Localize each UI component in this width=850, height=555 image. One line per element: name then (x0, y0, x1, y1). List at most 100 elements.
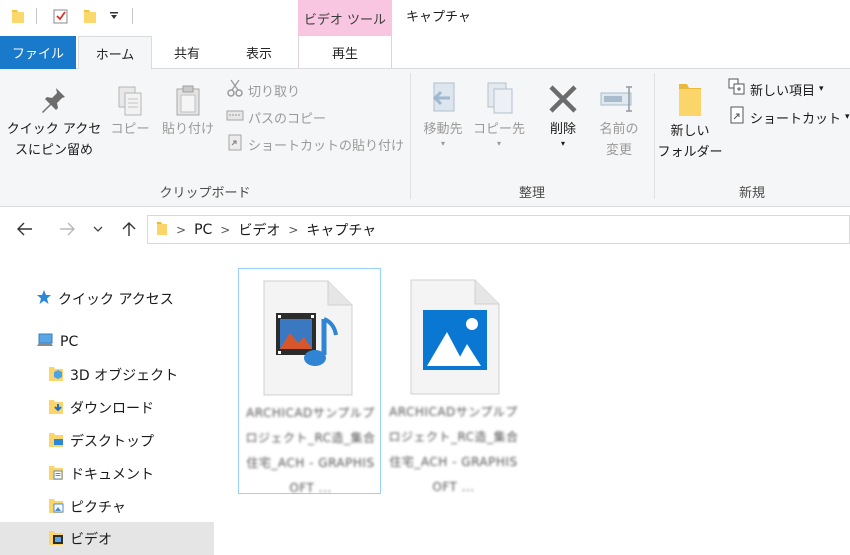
recent-locations-icon[interactable] (90, 217, 106, 241)
chevron-down-icon: ▾ (440, 139, 445, 148)
pin-to-quick-access-button[interactable]: クイック アクセ スにピン留め (6, 83, 102, 161)
nav-label: ビデオ (70, 531, 112, 548)
nav-item-documents[interactable]: ドキュメント (0, 457, 214, 490)
delete-label: 削除 (549, 122, 576, 137)
context-tab-header: ビデオ ツール (298, 0, 392, 36)
copy-path-button[interactable]: パスのコピー (226, 106, 326, 128)
breadcrumb-chevron-icon[interactable]: > (176, 223, 186, 237)
new-folder-icon[interactable] (80, 6, 100, 26)
divider (132, 8, 133, 24)
clipboard-icon (158, 83, 218, 119)
up-arrow-icon[interactable] (118, 217, 140, 241)
chevron-down-icon: ▾ (819, 84, 824, 94)
group-label-new: 新規 (738, 186, 765, 201)
folder-icon (656, 79, 724, 121)
copy-label: コピー (110, 122, 150, 137)
nav-label: ピクチャ (70, 499, 126, 516)
star-icon (36, 289, 52, 309)
ribbon: クイック アクセ スにピン留め コピー 貼り付け 切り取り パスのコピー ショー… (0, 69, 850, 207)
move-to-button[interactable]: 移動先 ▾ (414, 79, 472, 148)
nav-item-desktop[interactable]: デスクトップ (0, 424, 214, 457)
breadcrumb-chevron-icon[interactable]: > (288, 223, 298, 237)
address-bar[interactable]: > PC > ビデオ > キャプチャ (147, 215, 850, 244)
tab-play[interactable]: 再生 (298, 36, 392, 69)
chevron-down-icon: ▾ (496, 139, 501, 148)
title-bar: ビデオ ツール キャプチャ (0, 0, 850, 36)
shortcut-label: ショートカット (750, 111, 842, 127)
new-item-label: 新しい項目 (750, 83, 816, 99)
group-label-clipboard: クリップボード (159, 186, 251, 201)
rename-button[interactable]: 名前の 変更 (592, 79, 646, 161)
paste-label: 貼り付け (161, 122, 214, 137)
paste-shortcut-icon (226, 133, 244, 155)
pin-icon (6, 83, 102, 119)
easy-access-button[interactable]: ショートカット ▾ (728, 106, 850, 128)
nav-label: ドキュメント (70, 466, 154, 483)
cut-label: 切り取り (248, 84, 301, 100)
breadcrumb-chevron-icon[interactable]: > (220, 223, 230, 237)
tab-share[interactable]: 共有 (152, 36, 222, 69)
copy-to-label: コピー先 (472, 122, 525, 137)
forward-arrow-icon[interactable] (56, 217, 78, 241)
group-divider (654, 73, 655, 199)
new-item-button[interactable]: 新しい項目 ▾ (728, 78, 824, 100)
new-folder-label-line1: 新しい (670, 124, 710, 139)
nav-label: ダウンロード (70, 400, 154, 417)
file-list: ARCHICADサンプルプロジェクト_RC造_集合住宅_ACH - GRAPHI… (214, 251, 850, 555)
file-name: ARCHICADサンプルプロジェクト_RC造_集合住宅_ACH - GRAPHI… (388, 405, 519, 494)
breadcrumb-capture[interactable]: キャプチャ (306, 220, 376, 240)
tab-view[interactable]: 表示 (222, 36, 296, 69)
copy-icon (106, 83, 154, 119)
nav-label: クイック アクセス (58, 291, 174, 308)
breadcrumb-videos[interactable]: ビデオ (238, 220, 280, 240)
chevron-down-icon: ▾ (560, 139, 565, 148)
breadcrumb-pc[interactable]: PC (194, 222, 212, 238)
copy-button[interactable]: コピー (106, 83, 154, 140)
nav-item-pc[interactable]: PC (0, 325, 214, 358)
rename-label-line1: 名前の (599, 122, 639, 137)
properties-icon[interactable] (50, 6, 72, 26)
group-label-organize: 整理 (518, 186, 545, 201)
ribbon-tabs: ファイル ホーム 共有 表示 再生 (0, 36, 850, 70)
navigation-pane: クイック アクセス PC 3D オブジェクト ダウンロード デスクトップ ドキュ… (0, 251, 214, 555)
new-folder-button[interactable]: 新しい フォルダー (656, 79, 724, 163)
shortcut-icon (728, 106, 746, 128)
cut-button[interactable]: 切り取り (226, 79, 300, 101)
pictures-folder-icon (48, 496, 64, 518)
paste-button[interactable]: 貼り付け (158, 83, 218, 140)
file-item[interactable]: ARCHICADサンプルプロジェクト_RC造_集合住宅_ACH - GRAPHI… (238, 268, 381, 495)
file-item[interactable]: ARCHICADサンプルプロジェクト_RC造_集合住宅_ACH - GRAPHI… (382, 268, 525, 494)
nav-label: PC (60, 333, 79, 350)
nav-item-videos[interactable]: ビデオ (0, 522, 214, 555)
copy-to-icon (470, 79, 528, 119)
customize-toolbar-icon[interactable] (106, 6, 122, 26)
copy-path-label: パスのコピー (248, 111, 327, 127)
documents-folder-icon (48, 463, 64, 485)
new-folder-label-line2: フォルダー (657, 145, 723, 160)
videos-folder-icon (48, 528, 64, 550)
computer-icon (36, 332, 54, 352)
downloads-folder-icon (48, 397, 64, 419)
nav-item-quick-access[interactable]: クイック アクセス (0, 282, 214, 315)
window-title: キャプチャ (406, 10, 471, 25)
paste-shortcut-button[interactable]: ショートカットの貼り付け (226, 133, 404, 155)
nav-item-downloads[interactable]: ダウンロード (0, 391, 214, 424)
delete-button[interactable]: 削除 ▾ (536, 79, 590, 148)
divider (36, 8, 37, 24)
paste-shortcut-label: ショートカットの貼り付け (248, 138, 405, 154)
delete-x-icon (536, 79, 590, 119)
group-divider (410, 73, 411, 199)
rename-icon (592, 79, 646, 119)
nav-item-pictures[interactable]: ピクチャ (0, 490, 214, 523)
navigation-bar: > PC > ビデオ > キャプチャ (0, 207, 850, 251)
copy-to-button[interactable]: コピー先 ▾ (470, 79, 528, 148)
copy-path-icon (226, 107, 244, 127)
file-name: ARCHICADサンプルプロジェクト_RC造_集合住宅_ACH - GRAPHI… (245, 406, 376, 495)
tab-home[interactable]: ホーム (78, 36, 152, 70)
scissors-icon (226, 79, 244, 101)
pin-label-line1: クイック アクセ (6, 122, 102, 137)
tab-file[interactable]: ファイル (0, 36, 76, 69)
nav-item-3d-objects[interactable]: 3D オブジェクト (0, 358, 214, 391)
back-arrow-icon[interactable] (14, 217, 36, 241)
3d-objects-folder-icon (48, 364, 64, 386)
